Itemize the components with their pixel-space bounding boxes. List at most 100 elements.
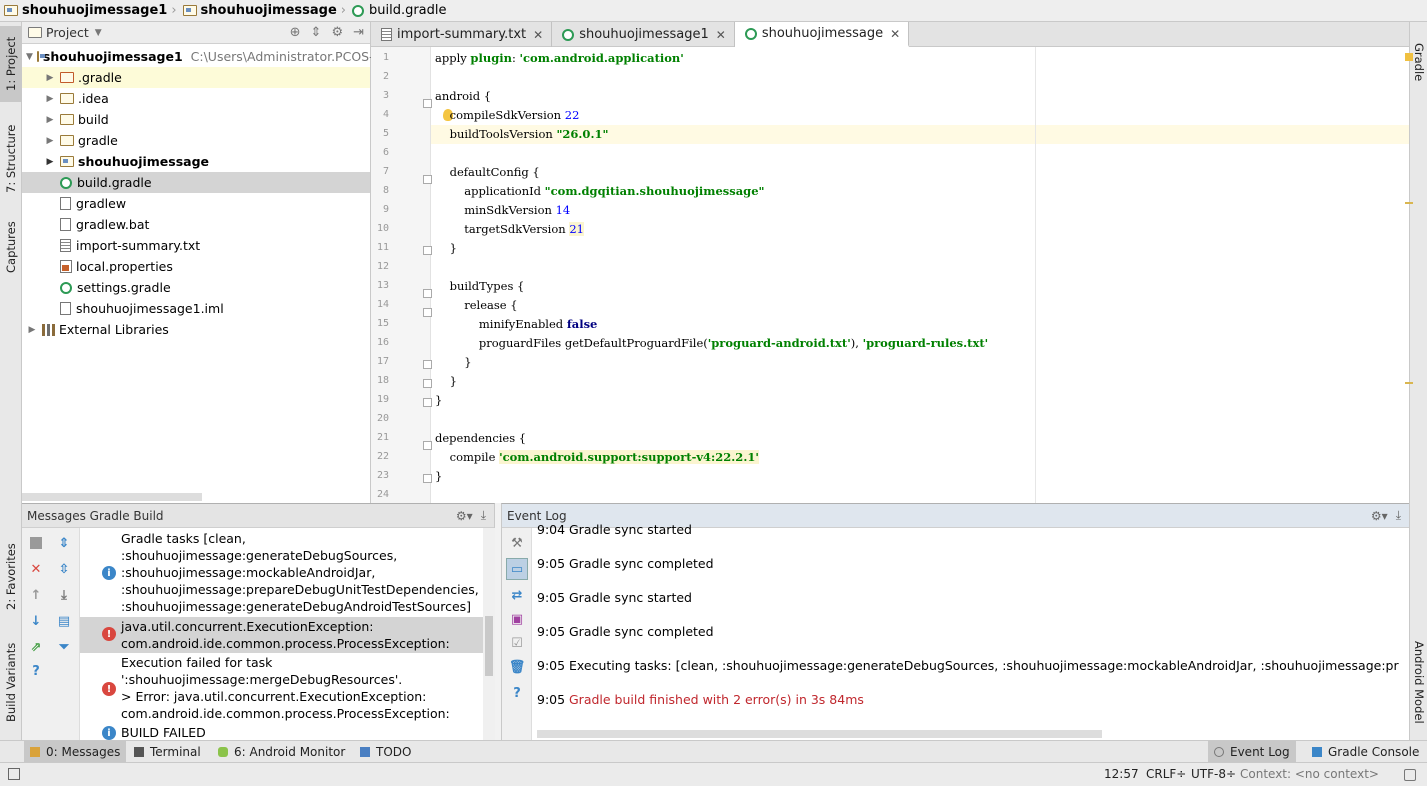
list-item[interactable]: ! Execution failed for task ':shouhuojim…	[80, 654, 483, 724]
close-icon[interactable]: ✕	[533, 28, 543, 42]
tree-node-gradlew[interactable]: gradlew	[22, 193, 370, 214]
trash-icon[interactable]: 🗑	[508, 658, 526, 676]
tree-node-build[interactable]: ▶ build	[22, 109, 370, 130]
fold-marker-icon[interactable]	[423, 474, 432, 483]
help-icon[interactable]: ?	[27, 662, 45, 680]
tree-node-external-libraries[interactable]: ▶ External Libraries	[22, 319, 370, 340]
tree-node-gradle-dir[interactable]: ▶ .gradle	[22, 67, 370, 88]
gear-icon[interactable]: ⚙▾	[456, 509, 473, 523]
tree-node-settings-gradle[interactable]: settings.gradle	[22, 277, 370, 298]
breadcrumb-item-file[interactable]: build.gradle	[351, 3, 447, 18]
line-number: 24	[376, 489, 389, 500]
right-tool-strip: Gradle Android Model	[1409, 22, 1427, 740]
tool-button-gradle-console[interactable]: Gradle Console	[1306, 741, 1425, 763]
tree-node-module[interactable]: ▶ shouhuojimessage	[22, 151, 370, 172]
tool-tab-structure[interactable]: 7: Structure	[0, 114, 22, 204]
tree-node-gradlew-bat[interactable]: gradlew.bat	[22, 214, 370, 235]
list-item[interactable]: i Gradle tasks [clean, :shouhuojimessage…	[80, 530, 483, 616]
line-separator[interactable]: CRLF÷	[1146, 767, 1186, 781]
messages-panel: Messages Gradle Build ⚙▾ ⤓ ⇕ ✕ ⇳ ↑ ⤓ ↓ ▤…	[22, 503, 495, 741]
fold-marker-icon[interactable]	[423, 398, 432, 407]
tool-tab-favorites[interactable]: 2: Favorites	[0, 534, 22, 620]
project-horizontal-scrollbar[interactable]	[22, 493, 202, 501]
gear-icon[interactable]: ⚙▾	[1371, 509, 1388, 523]
fold-marker-icon[interactable]	[423, 379, 432, 388]
tab-shouhuojimessage1[interactable]: shouhuojimessage1 ✕	[552, 22, 735, 47]
fold-marker-icon[interactable]	[423, 246, 432, 255]
console-icon[interactable]: ▤	[55, 612, 73, 630]
open-source-icon[interactable]: ⇗	[27, 638, 45, 656]
expand-arrow-icon[interactable]: ▶	[44, 73, 56, 83]
error-stripe-mark[interactable]	[1405, 202, 1413, 204]
breadcrumb-item-module[interactable]: shouhuojimessage ›	[182, 3, 352, 18]
close-icon[interactable]: ✕	[890, 27, 900, 41]
tree-node-import-summary[interactable]: import-summary.txt	[22, 235, 370, 256]
tool-button-terminal[interactable]: Terminal	[128, 741, 207, 763]
fold-marker-icon[interactable]	[423, 289, 432, 298]
list-item[interactable]: ! java.util.concurrent.ExecutionExceptio…	[80, 617, 483, 653]
error-stripe-mark[interactable]	[1405, 382, 1413, 384]
help-icon[interactable]: ?	[508, 684, 526, 702]
tool-button-android-monitor[interactable]: 6: Android Monitor	[212, 741, 351, 763]
hide-panel-icon[interactable]: ⇥	[353, 25, 364, 40]
file-encoding[interactable]: UTF-8÷	[1191, 767, 1236, 781]
expand-arrow-icon[interactable]: ▶	[26, 325, 38, 335]
fold-marker-icon[interactable]	[423, 99, 432, 108]
tab-shouhuojimessage[interactable]: shouhuojimessage ✕	[734, 22, 910, 47]
breadcrumb-item-project[interactable]: shouhuojimessage1 ›	[4, 3, 183, 18]
fold-marker-icon[interactable]	[423, 441, 432, 450]
next-arrow-icon[interactable]: ↓	[27, 612, 45, 630]
close-icon[interactable]: ✕	[27, 560, 45, 578]
tool-tab-captures[interactable]: Captures	[0, 212, 22, 282]
settings-wrench-icon[interactable]: ⚒	[508, 534, 526, 552]
warning-marker-icon[interactable]	[1405, 53, 1413, 61]
tool-button-todo[interactable]: TODO	[354, 741, 417, 763]
tool-button-messages[interactable]: 0: Messages	[24, 741, 127, 763]
fold-marker-icon[interactable]	[423, 308, 432, 317]
event-log-horizontal-scrollbar[interactable]	[537, 730, 1102, 738]
tree-node-iml[interactable]: shouhuojimessage1.iml	[22, 298, 370, 319]
expand-arrow-icon[interactable]: ▶	[44, 94, 56, 104]
messages-scrollbar[interactable]	[483, 528, 495, 741]
soft-wrap-icon[interactable]: ⇄	[508, 586, 526, 604]
expand-arrow-icon[interactable]: ▶	[44, 136, 56, 146]
fold-marker-icon[interactable]	[423, 175, 432, 184]
tree-node-idea[interactable]: ▶ .idea	[22, 88, 370, 109]
collapse-all-icon[interactable]: ⇳	[55, 560, 73, 578]
tree-node-local-properties[interactable]: local.properties	[22, 256, 370, 277]
previous-arrow-icon[interactable]: ↑	[27, 586, 45, 604]
scroll-to-end-icon[interactable]: ▣	[508, 610, 526, 628]
tool-button-event-log[interactable]: Event Log	[1208, 741, 1296, 763]
gear-icon[interactable]: ⚙	[331, 25, 343, 40]
context-indicator[interactable]: Context: <no context>	[1240, 767, 1379, 781]
expand-arrow-icon[interactable]: ▶	[44, 157, 56, 167]
code-editor[interactable]: 1 2 3 4 5 6 7 8 9 10 11 12 13 14 15 16 17 18 19 20 21 22 23 24 …	[371, 47, 1413, 503]
caret-position[interactable]: 12:57	[1104, 767, 1139, 781]
tree-node-build-gradle[interactable]: build.gradle	[22, 172, 370, 193]
tool-tab-project[interactable]: 1: Project	[0, 26, 22, 102]
scroll-from-source-icon[interactable]: ⊕	[290, 25, 301, 40]
tree-node-root[interactable]: ▼ shouhuojimessage1 C:\Users\Administrat…	[22, 46, 382, 67]
hide-panel-icon[interactable]: ⤓	[1396, 508, 1401, 523]
balloon-icon[interactable]: ▭	[506, 558, 528, 580]
stop-icon[interactable]	[30, 537, 42, 549]
lock-icon[interactable]	[1404, 769, 1416, 781]
tool-tab-gradle[interactable]: Gradle	[1410, 32, 1427, 92]
filter-icon[interactable]: ⏷	[55, 638, 73, 656]
project-view-selector[interactable]: Project ▼	[28, 25, 102, 40]
hide-panel-icon[interactable]: ⤓	[481, 508, 486, 523]
tab-import-summary[interactable]: import-summary.txt ✕	[371, 22, 553, 47]
export-icon[interactable]: ⤓	[55, 586, 73, 604]
collapse-all-icon[interactable]: ⇕	[311, 25, 322, 40]
collapse-arrow-icon[interactable]: ▼	[26, 52, 33, 62]
tree-node-gradle[interactable]: ▶ gradle	[22, 130, 370, 151]
tool-tab-build-variants[interactable]: Build Variants	[0, 632, 22, 732]
list-item[interactable]: i BUILD FAILED	[80, 724, 483, 741]
close-icon[interactable]: ✕	[716, 28, 726, 42]
mark-read-icon[interactable]: ☑	[508, 634, 526, 652]
toggle-tool-windows-icon[interactable]	[8, 768, 20, 780]
expand-all-icon[interactable]: ⇕	[55, 534, 73, 552]
fold-marker-icon[interactable]	[423, 360, 432, 369]
tool-tab-android-model[interactable]: Android Model	[1410, 632, 1427, 732]
expand-arrow-icon[interactable]: ▶	[44, 115, 56, 125]
